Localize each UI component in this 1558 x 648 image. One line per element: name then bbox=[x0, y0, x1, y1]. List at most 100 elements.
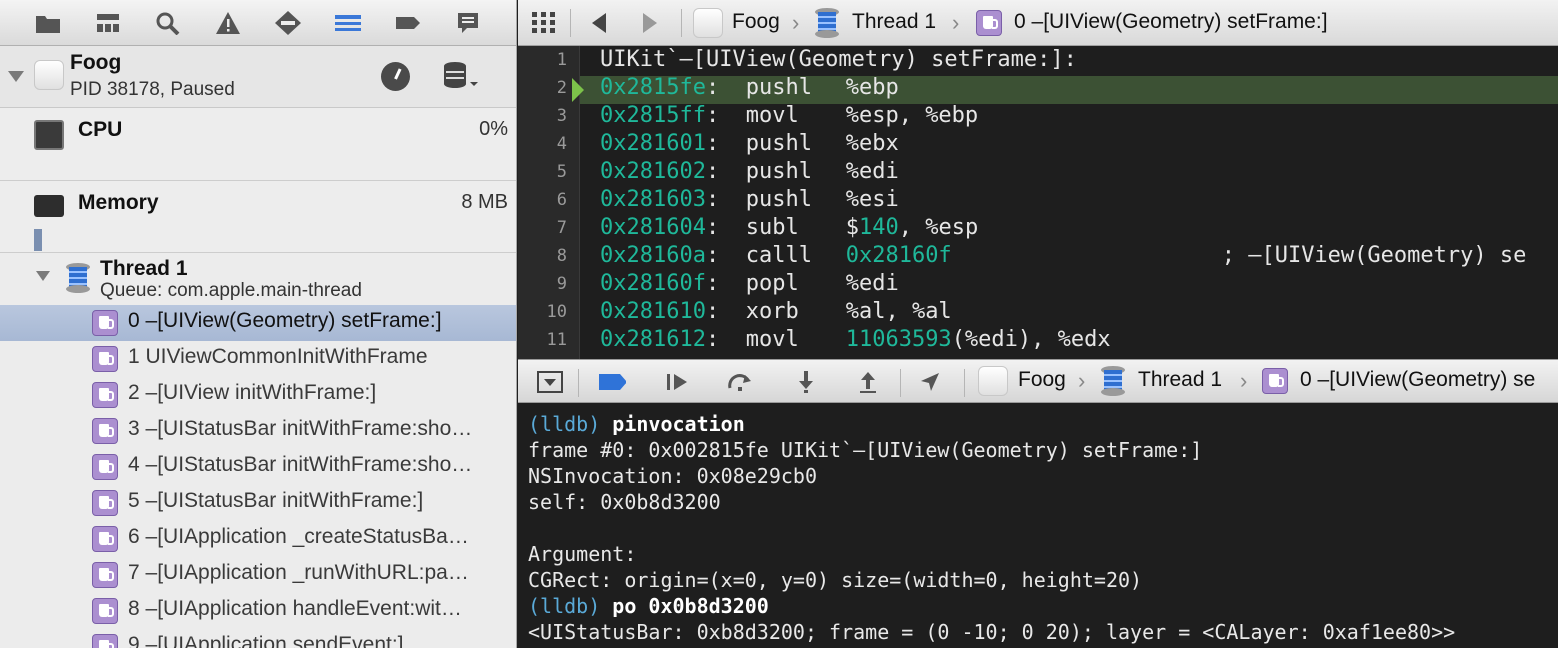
frame-label: 3 –[UIStatusBar initWithFrame:sho… bbox=[128, 417, 473, 440]
asm-line: 0x28160f: popl %edi bbox=[600, 271, 899, 296]
frame-label: 2 –[UIView initWithFrame:] bbox=[128, 381, 377, 404]
hierarchy-icon[interactable] bbox=[94, 10, 122, 36]
console-output-line: <UIStatusBar: 0xb8d3200; frame = (0 -10;… bbox=[528, 620, 1456, 644]
process-row[interactable]: Foog PID 38178, Paused bbox=[0, 46, 516, 108]
search-icon[interactable] bbox=[154, 10, 182, 36]
frame-icon bbox=[92, 598, 118, 624]
stack-frame-row[interactable]: 8 –[UIApplication handleEvent:wit… bbox=[0, 593, 516, 629]
program-counter-arrow-icon[interactable] bbox=[572, 78, 584, 102]
line-number: 2 bbox=[556, 78, 567, 98]
thread-row[interactable]: Thread 1 Queue: com.apple.main-thread bbox=[0, 253, 516, 306]
asm-line: 0x281601: pushl %ebx bbox=[600, 131, 899, 156]
thread-spool-icon bbox=[814, 7, 840, 44]
hide-console-icon[interactable] bbox=[536, 368, 564, 396]
line-number: 5 bbox=[556, 162, 567, 182]
stack-frame-row[interactable]: 1 UIViewCommonInitWithFrame bbox=[0, 341, 516, 377]
simulate-location-icon[interactable] bbox=[916, 368, 944, 396]
jump-crumb-app[interactable]: Foog bbox=[732, 10, 780, 34]
frame-label: 4 –[UIStatusBar initWithFrame:sho… bbox=[128, 453, 473, 476]
chevron-right-icon: › bbox=[1078, 368, 1086, 393]
line-number: 10 bbox=[546, 302, 567, 322]
line-number: 11 bbox=[546, 330, 567, 350]
log-icon[interactable] bbox=[454, 10, 482, 36]
jump-crumb-thread[interactable]: Thread 1 bbox=[852, 10, 936, 34]
stack-frame-row[interactable]: 9 –[UIApplication sendEvent:] bbox=[0, 629, 516, 648]
step-over-icon[interactable] bbox=[726, 368, 754, 396]
thread-spool-icon bbox=[64, 262, 92, 299]
asm-line: 0x281612: movl 11063593(%edi), %edx bbox=[600, 327, 1111, 352]
breakpoints-toggle-icon[interactable] bbox=[598, 368, 626, 396]
line-number: 3 bbox=[556, 106, 567, 126]
frame-label: 5 –[UIStatusBar initWithFrame:] bbox=[128, 489, 424, 512]
warning-icon[interactable] bbox=[214, 10, 242, 36]
stack-frame-row[interactable]: 3 –[UIStatusBar initWithFrame:sho… bbox=[0, 413, 516, 449]
asm-line: 0x28160a: calll 0x28160f; –[UIView(Geomet… bbox=[600, 243, 1527, 268]
frame-icon bbox=[92, 490, 118, 516]
cpu-gauge[interactable]: CPU 0% bbox=[0, 108, 516, 181]
stack-frame-row[interactable]: 4 –[UIStatusBar initWithFrame:sho… bbox=[0, 449, 516, 485]
frame-label: 6 –[UIApplication _createStatusBa… bbox=[128, 525, 469, 548]
line-number: 7 bbox=[556, 218, 567, 238]
stack-frame-row[interactable]: 2 –[UIView initWithFrame:] bbox=[0, 377, 516, 413]
step-into-icon[interactable] bbox=[792, 368, 820, 396]
cpu-value: 0% bbox=[479, 118, 508, 140]
stack-frame-row[interactable]: 6 –[UIApplication _createStatusBa… bbox=[0, 521, 516, 557]
app-icon bbox=[978, 366, 1008, 396]
jump-crumb-frame[interactable]: 0 –[UIView(Geometry) setFrame:] bbox=[1014, 10, 1328, 34]
stack-frame-row[interactable]: 7 –[UIApplication _runWithURL:pa… bbox=[0, 557, 516, 593]
memory-gauge[interactable]: Memory 8 MB bbox=[0, 181, 516, 253]
app-icon bbox=[34, 60, 64, 90]
stack-frame-row[interactable]: 0 –[UIView(Geometry) setFrame:] bbox=[0, 305, 516, 341]
disassembly-editor[interactable]: 1 2 3 4 5 6 7 8 9 10 11 UIKit`–[UIView(G… bbox=[518, 46, 1558, 359]
folder-icon[interactable] bbox=[34, 10, 62, 36]
related-items-icon[interactable] bbox=[532, 12, 556, 34]
disclosure-triangle-icon[interactable] bbox=[8, 71, 24, 82]
line-number: 4 bbox=[556, 134, 567, 154]
stack-frame-row[interactable]: 5 –[UIStatusBar initWithFrame:] bbox=[0, 485, 516, 521]
memory-label: Memory bbox=[78, 191, 159, 214]
debug-bar: Foog › Thread 1 › 0 –[UIView(Geometry) s… bbox=[518, 359, 1558, 403]
console-output-line: Argument: bbox=[528, 542, 637, 566]
breakpoint-icon[interactable] bbox=[274, 10, 302, 36]
asm-line: 0x2815fe: pushl %ebp bbox=[600, 75, 899, 100]
continue-icon[interactable] bbox=[664, 368, 692, 396]
step-out-icon[interactable] bbox=[854, 368, 882, 396]
gauge-icon[interactable] bbox=[381, 62, 410, 91]
console-output-line: frame #0: 0x002815fe UIKit`–[UIView(Geom… bbox=[528, 438, 1203, 462]
line-number: 9 bbox=[556, 274, 567, 294]
frame-label: 8 –[UIApplication handleEvent:wit… bbox=[128, 597, 462, 620]
cpu-chip-icon bbox=[34, 120, 64, 150]
cpu-label: CPU bbox=[78, 118, 123, 141]
back-arrow-icon[interactable] bbox=[592, 13, 606, 33]
disassembly-header: UIKit`–[UIView(Geometry) setFrame:]: bbox=[600, 47, 1077, 72]
disclosure-triangle-icon[interactable] bbox=[36, 271, 50, 281]
frame-icon bbox=[92, 382, 118, 408]
debug-navigator-icon[interactable] bbox=[334, 10, 362, 36]
frame-label: 7 –[UIApplication _runWithURL:pa… bbox=[128, 561, 469, 584]
frame-icon bbox=[976, 10, 1002, 36]
asm-line: 0x2815ff: movl %esp, %ebp bbox=[600, 103, 979, 128]
debug-crumb-thread[interactable]: Thread 1 bbox=[1138, 368, 1222, 392]
frame-label: 9 –[UIApplication sendEvent:] bbox=[128, 633, 404, 648]
frame-icon bbox=[92, 454, 118, 480]
forward-arrow-icon[interactable] bbox=[643, 13, 657, 33]
asm-line: 0x281603: pushl %esi bbox=[600, 187, 899, 212]
frame-icon bbox=[92, 634, 118, 648]
thread-spool-icon bbox=[1100, 365, 1126, 402]
console-output-line: self: 0x0b8d3200 bbox=[528, 490, 721, 514]
debug-crumb-app[interactable]: Foog bbox=[1018, 368, 1066, 392]
process-name: Foog bbox=[70, 51, 122, 74]
frame-icon bbox=[92, 526, 118, 552]
line-number: 1 bbox=[556, 50, 567, 70]
debug-crumb-frame[interactable]: 0 –[UIView(Geometry) se bbox=[1300, 368, 1535, 392]
console-output-line: CGRect: origin=(x=0, y=0) size=(width=0,… bbox=[528, 568, 1143, 592]
process-status: PID 38178, Paused bbox=[70, 79, 235, 100]
frame-icon bbox=[92, 310, 118, 336]
lldb-console[interactable]: (lldb) pinvocation frame #0: 0x002815fe … bbox=[518, 403, 1558, 648]
frame-icon bbox=[92, 562, 118, 588]
line-number: 6 bbox=[556, 190, 567, 210]
line-number-gutter[interactable]: 1 2 3 4 5 6 7 8 9 10 11 bbox=[518, 46, 580, 359]
breakpoint-tag-icon[interactable] bbox=[394, 10, 422, 36]
memory-chip-icon bbox=[34, 195, 64, 217]
database-stack-icon[interactable] bbox=[442, 60, 482, 92]
